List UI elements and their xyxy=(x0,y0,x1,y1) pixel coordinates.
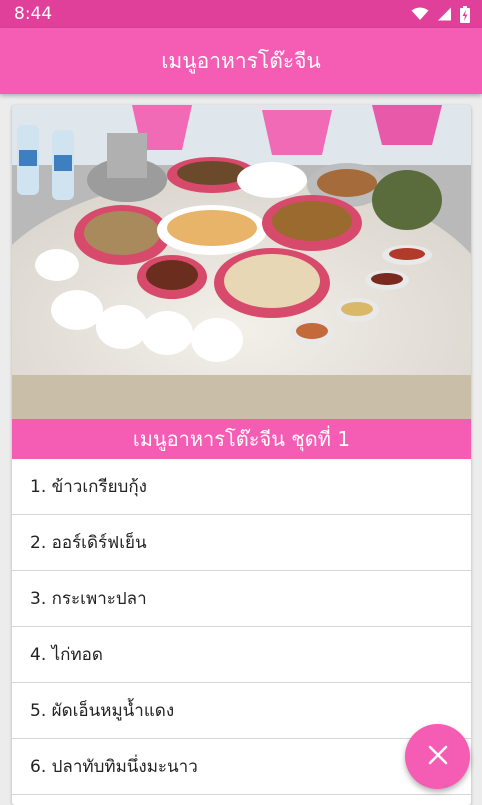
list-item[interactable]: 6. ปลาทับทิมนึ่งมะนาว xyxy=(12,739,471,795)
list-item[interactable]: 1. ข้าวเกรียบกุ้ง xyxy=(12,459,471,515)
status-time: 8:44 xyxy=(14,4,53,24)
menu-set-title: เมนูอาหารโต๊ะจีน ชุดที่ 1 xyxy=(12,419,471,459)
menu-set-title-text: เมนูอาหารโต๊ะจีน ชุดที่ 1 xyxy=(132,427,351,451)
status-bar: 8:44 xyxy=(0,0,482,28)
wifi-icon xyxy=(411,7,429,21)
list-item[interactable]: 5. ผัดเอ็นหมูน้ำแดง xyxy=(12,683,471,739)
cell-signal-icon xyxy=(437,7,452,21)
close-fab-button[interactable] xyxy=(405,724,470,789)
menu-card: เมนูอาหารโต๊ะจีน ชุดที่ 1 1. ข้าวเกรียบก… xyxy=(12,105,471,805)
app-bar: เมนูอาหารโต๊ะจีน xyxy=(0,28,482,94)
list-item[interactable]: 3. กระเพาะปลา xyxy=(12,571,471,627)
close-icon xyxy=(428,745,448,769)
battery-charging-icon xyxy=(460,5,470,23)
list-item[interactable]: 2. ออร์เดิร์ฟเย็น xyxy=(12,515,471,571)
food-table-photo xyxy=(12,105,471,419)
menu-list: 1. ข้าวเกรียบกุ้ง 2. ออร์เดิร์ฟเย็น 3. ก… xyxy=(12,459,471,795)
app-title: เมนูอาหารโต๊ะจีน xyxy=(161,48,321,73)
status-icons xyxy=(411,5,470,23)
list-item[interactable]: 4. ไก่ทอด xyxy=(12,627,471,683)
